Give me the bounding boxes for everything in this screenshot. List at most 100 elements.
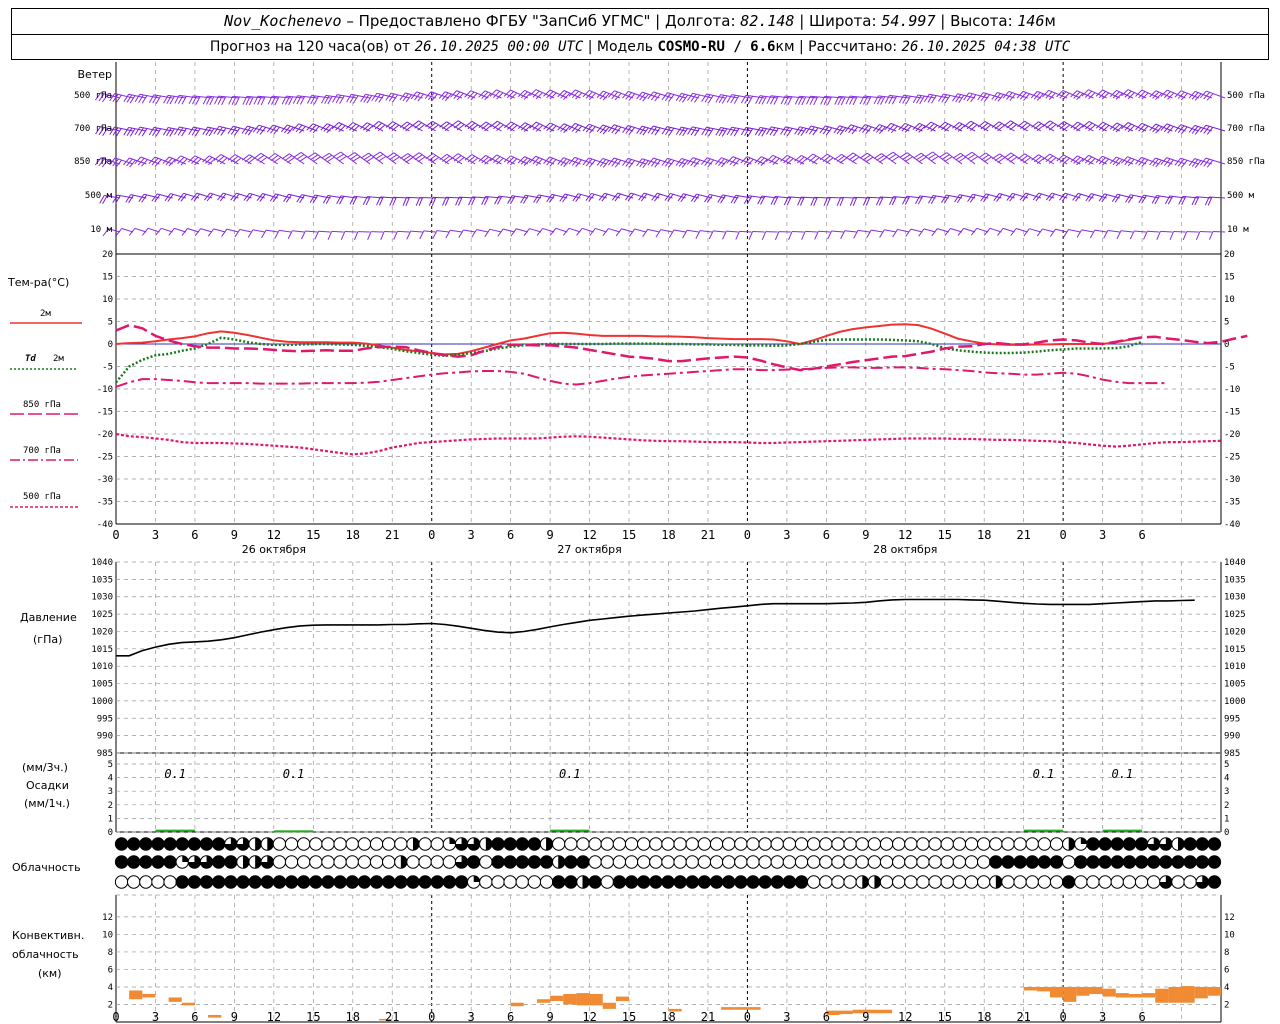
wind-barb-flag: [354, 231, 359, 241]
cloud-clear: [649, 837, 663, 851]
cloud-clear: [1147, 875, 1161, 889]
cloud-symbol: [989, 855, 1003, 869]
cloud-clear: [321, 837, 335, 851]
wind-barb-staff: [805, 230, 818, 233]
cloud-symbol: [345, 855, 359, 869]
cloud-symbol: [588, 837, 602, 851]
cloud-symbol: [770, 837, 784, 851]
cloud-symbol: [284, 855, 299, 869]
cloud-clear: [357, 837, 372, 851]
cloud-overcast: [442, 875, 457, 889]
temp-ytick-left: 20: [102, 250, 113, 260]
wind-barb: [1143, 230, 1160, 240]
x-tick-label-bottom: 9: [231, 1010, 238, 1024]
cloud-symbol: [1171, 855, 1185, 869]
temp-ytick-left: 10: [102, 295, 113, 305]
pressure-series: [116, 598, 1195, 657]
cloud-symbol: [236, 837, 250, 851]
wind-barb-flag: [1182, 231, 1188, 241]
temp-ytick-left: -20: [97, 430, 113, 440]
x-tick-label: 15: [938, 528, 952, 542]
cloud-clear: [114, 875, 129, 889]
wind-barb: [992, 153, 1015, 165]
cloud-symbol: [539, 875, 554, 889]
cloud-symbol: [1074, 855, 1088, 869]
cloud-clear: [819, 855, 833, 869]
cloud-clear: [867, 837, 882, 851]
cloud-clear: [1074, 875, 1088, 889]
cloud-clear: [503, 875, 517, 889]
cloud-symbol: [1098, 837, 1112, 851]
wind-barb-staff: [686, 229, 699, 233]
cloud-mostly: [546, 837, 553, 851]
cloud-overcast: [515, 855, 529, 869]
temp-ytick-right: 5: [1224, 318, 1229, 328]
cloud-clear: [977, 855, 991, 869]
cloud-symbol: [734, 875, 748, 889]
cloud-overcast: [1086, 837, 1100, 851]
wind-barb: [484, 228, 502, 238]
x-tick-label-bottom: 0: [744, 1010, 751, 1024]
cloud-symbol: [151, 855, 165, 869]
convective-box: [1142, 993, 1156, 998]
cloud-symbol: [940, 875, 954, 889]
temp-ytick-left: 0: [108, 340, 113, 350]
cloud-symbol: [843, 855, 857, 869]
pressure-unit-label: (гПа): [33, 633, 62, 646]
cloud-symbol: [855, 855, 869, 869]
precip-ytick-left: 5: [108, 760, 113, 770]
x-tick-label-bottom: 15: [306, 1010, 320, 1024]
convective-box: [1102, 988, 1116, 997]
cloud-symbol: [624, 855, 639, 869]
temp-ytick-left: 5: [108, 318, 113, 328]
wind-barb-flag: [327, 231, 333, 240]
cloud-symbol: [1049, 875, 1064, 889]
precipitation-bars: 0.1 0.1 0.1 0.1 0.1: [155, 767, 1143, 833]
cloud-symbol: [989, 837, 1003, 851]
wind-barb: [510, 228, 528, 237]
wind-barb-staff: [436, 230, 449, 233]
cloud-overcast: [114, 837, 129, 851]
convective-box: [1036, 986, 1050, 992]
cloud-symbol: [369, 855, 384, 869]
wind-barb-flag: [997, 228, 1004, 236]
x-tick-label-bottom: 6: [1138, 1010, 1145, 1024]
cloud-symbol: [1207, 855, 1222, 869]
cloud-overcast: [163, 837, 177, 851]
legend-t2m: 2м: [40, 309, 51, 319]
cloud-symbol: [406, 837, 420, 851]
cloud-overcast: [1183, 855, 1197, 869]
cloud-clear: [1049, 875, 1064, 889]
cloud-symbol: [539, 837, 554, 851]
cloud-symbol: [709, 875, 724, 889]
cloud-overcast: [175, 837, 189, 851]
cloud-overcast: [734, 875, 748, 889]
cloud-symbol: [782, 837, 797, 851]
convective-box: [168, 997, 182, 1002]
wind-barb-flag: [338, 155, 347, 162]
cloud-clear: [588, 837, 602, 851]
wind-barb: [253, 95, 278, 106]
cloud-clear: [661, 855, 675, 869]
temp-ytick-right: -30: [1224, 475, 1240, 485]
wind-barb: [202, 155, 226, 166]
cloud-symbol: [321, 837, 335, 851]
cloud-clear: [794, 855, 809, 869]
wind-barb-staff: [1029, 228, 1041, 233]
cloud-symbol: [977, 855, 991, 869]
cloud-overcast: [673, 875, 687, 889]
cloud-symbol: [248, 875, 262, 889]
cloud-symbol: [576, 855, 590, 869]
wind-barb-flag: [905, 228, 912, 237]
convective-box: [1194, 986, 1208, 999]
cloud-clear: [564, 837, 578, 851]
wind-barb: [1156, 230, 1173, 240]
cloud-clear: [637, 837, 651, 851]
wind-barb-flag: [367, 231, 372, 241]
x-tick-label-bottom: 15: [938, 1010, 952, 1024]
wind-barb-flag: [761, 231, 767, 241]
wind-barb-flag: [340, 231, 346, 241]
cloud-clear: [430, 837, 444, 851]
x-tick-label: 21: [385, 528, 399, 542]
x-tick-label: 9: [231, 528, 238, 542]
